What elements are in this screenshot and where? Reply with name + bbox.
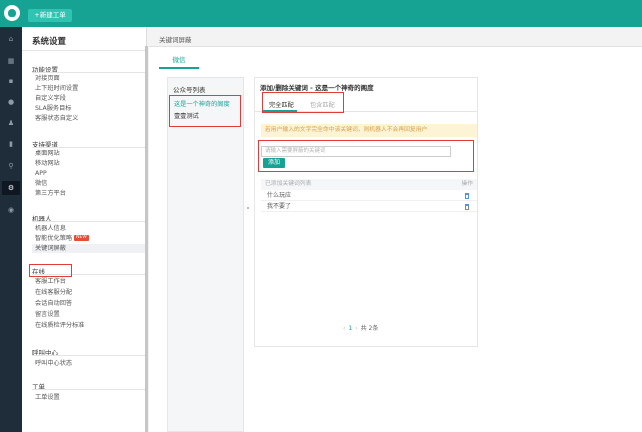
sidebar-scrollbar[interactable]: [145, 46, 148, 432]
pagination: ‹ 1 › 共 2条: [343, 323, 381, 332]
keyword-input[interactable]: 请输入需要屏蔽的关键词: [261, 146, 451, 157]
tab-exact-match[interactable]: 完全匹配: [269, 100, 294, 109]
settings-icon[interactable]: ⚙: [2, 181, 20, 195]
splitter-handle[interactable]: [247, 207, 249, 209]
table-row: 什么玩应: [261, 191, 477, 201]
page-title: 关键词屏蔽: [159, 36, 192, 44]
app-logo[interactable]: [4, 5, 20, 21]
sidebar-item-agent-status[interactable]: 客服状态自定义: [32, 114, 147, 123]
trash-icon[interactable]: [465, 204, 469, 210]
nav-rail: ⌂ ▦ ▪ ● ♟ ▮ ⚲ ⚙ ◉: [0, 27, 22, 432]
user-icon[interactable]: ●: [5, 96, 17, 108]
account-list-title: 公众号列表: [173, 86, 206, 94]
sidebar-item-ticket-settings[interactable]: 工单设置: [32, 393, 147, 402]
group-divider: [32, 147, 147, 148]
tab-wechat[interactable]: 微信: [159, 53, 199, 69]
sidebar-title: 系统设置: [32, 37, 67, 47]
sidebar-item-quality-score[interactable]: 在线质检评分标准: [32, 321, 147, 330]
sidebar-item-smart-optimize[interactable]: 智能优化策略 NEW: [32, 234, 147, 243]
group-divider: [32, 389, 147, 390]
sidebar-item-sla[interactable]: SLA服务目标: [32, 104, 147, 113]
sidebar-item-app[interactable]: APP: [32, 169, 147, 178]
keyword-text: 什么玩应: [267, 192, 292, 199]
sidebar-item-leave-message[interactable]: 留言设置: [32, 310, 147, 319]
sidebar-item-custom-fields[interactable]: 自定义字段: [32, 94, 147, 103]
new-badge: NEW: [74, 235, 89, 241]
sidebar-item-label: 智能优化策略: [35, 235, 73, 242]
next-page-button[interactable]: ›: [355, 325, 357, 332]
dashboard-icon[interactable]: ▦: [5, 55, 17, 67]
list-header-op: 操作: [461, 181, 473, 187]
group-divider: [32, 274, 147, 275]
keyword-panel: 添加/删除关键词 - 这是一个神奇的阁度 完全匹配 包含匹配 若用户输入的文字完…: [254, 77, 478, 347]
table-row: 我不要了: [261, 202, 477, 212]
account-item[interactable]: 壹壹测试: [174, 112, 239, 122]
settings-sidebar: 系统设置 功能设置 对接页面 上下班时间设置 自定义字段 SLA服务目标 客服状…: [22, 27, 147, 432]
prev-page-button[interactable]: ‹: [343, 325, 345, 332]
messages-icon[interactable]: ▪: [5, 75, 17, 87]
logo-icon: [8, 9, 16, 17]
list-header-name: 已添加关键词列表: [265, 181, 312, 187]
home-icon[interactable]: ⌂: [5, 33, 17, 45]
help-icon[interactable]: ◉: [5, 204, 17, 216]
sidebar-item-keyword-block[interactable]: 关键词屏蔽: [32, 244, 147, 253]
sidebar-item-wechat[interactable]: 微信: [32, 179, 147, 188]
sidebar-item-workbench[interactable]: 客服工作台: [32, 277, 147, 286]
trash-icon[interactable]: [465, 193, 469, 199]
channel-tabs: 微信: [149, 47, 642, 69]
add-keyword-button[interactable]: 添加: [263, 158, 285, 168]
sidebar-divider: [22, 50, 147, 51]
sidebar-item-robot-info[interactable]: 机器人信息: [32, 224, 147, 233]
active-tab-indicator: [263, 110, 297, 112]
group-divider: [32, 355, 147, 356]
keyword-text: 我不要了: [267, 203, 292, 210]
group-divider: [32, 72, 147, 73]
top-bar: +新建工单: [0, 0, 642, 27]
total-count: 共 2条: [360, 325, 379, 332]
contacts-icon[interactable]: ♟: [5, 117, 17, 129]
search-icon[interactable]: ⚲: [5, 160, 17, 172]
sidebar-item-call-status[interactable]: 呼叫中心状态: [32, 359, 147, 368]
notice-banner: 若用户输入的文字完全命中该关键词，则机器人不会再回复用户: [261, 124, 477, 137]
new-ticket-button[interactable]: +新建工单: [28, 9, 72, 22]
account-list-panel: 公众号列表 这是一个神奇的阁度 壹壹测试: [167, 77, 244, 432]
sidebar-item-third-party[interactable]: 第三方平台: [32, 189, 147, 198]
group-divider: [32, 221, 147, 222]
keyword-list-header: 已添加关键词列表 操作: [261, 179, 477, 190]
tab-contains-match[interactable]: 包含匹配: [310, 100, 335, 109]
sidebar-item-work-hours[interactable]: 上下班时间设置: [32, 84, 147, 93]
stats-icon[interactable]: ▮: [5, 138, 17, 150]
sidebar-item-chat-page[interactable]: 对接页面: [32, 74, 147, 83]
page-number[interactable]: 1: [348, 325, 352, 332]
sidebar-item-desktop-web[interactable]: 桌面网站: [32, 149, 147, 158]
keyword-panel-title: 添加/删除关键词 - 这是一个神奇的阁度: [260, 84, 374, 92]
sidebar-item-assignment[interactable]: 在线客服分配: [32, 288, 147, 297]
account-item-selected[interactable]: 这是一个神奇的阁度: [174, 100, 239, 110]
sidebar-item-mobile-web[interactable]: 移动网站: [32, 159, 147, 168]
sidebar-item-auto-reply[interactable]: 会话自动回答: [32, 299, 147, 308]
